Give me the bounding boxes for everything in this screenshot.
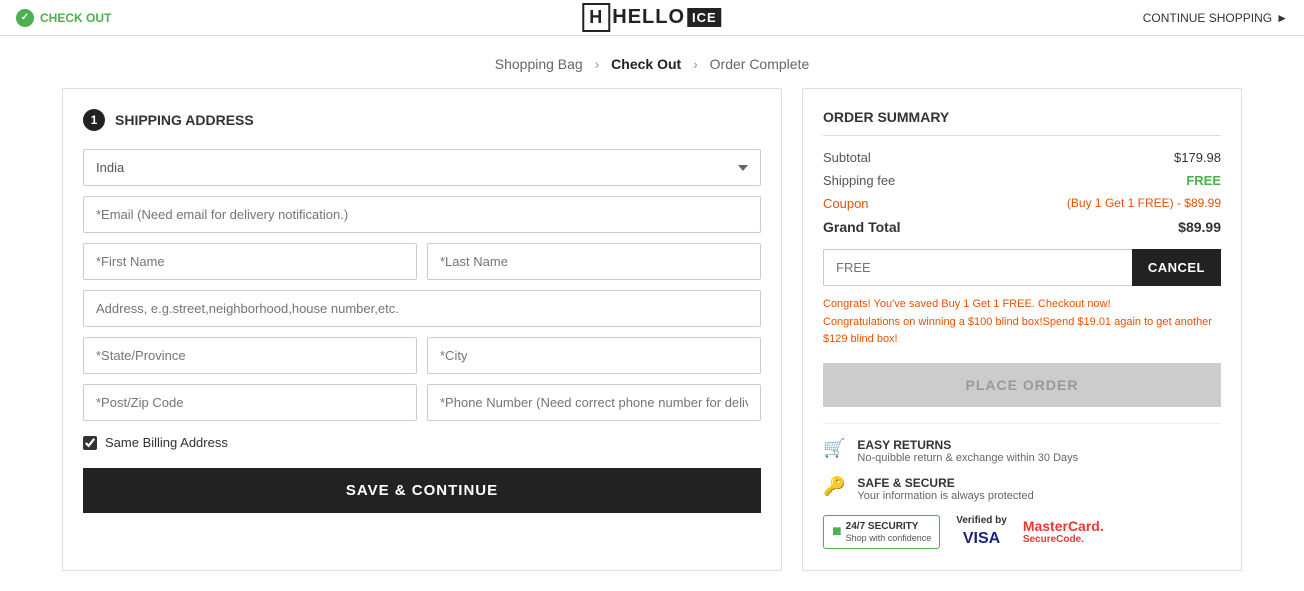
shipping-label: Shipping fee [823, 173, 895, 188]
grand-total-value: $89.99 [1178, 219, 1221, 235]
safe-secure-sub: Your information is always protected [857, 490, 1033, 502]
visa-badge: Verified by VISA [956, 514, 1007, 550]
breadcrumb-separator-2: › [693, 56, 698, 72]
coupon-input-row: CANCEL [823, 249, 1221, 286]
logo-ice: ICE [687, 8, 722, 27]
main-content: 1 SHIPPING ADDRESS India United States U… [22, 88, 1282, 591]
breadcrumb-step2: Check Out [611, 56, 681, 72]
trust-section: 🛒 EASY RETURNS No-quibble return & excha… [823, 423, 1221, 550]
shipping-panel: 1 SHIPPING ADDRESS India United States U… [62, 88, 782, 571]
safe-secure-item: 🔑 SAFE & SECURE Your information is alwa… [823, 476, 1221, 502]
checkout-icon: ✓ [16, 9, 34, 27]
shipping-row: Shipping fee FREE [823, 173, 1221, 188]
email-input[interactable] [83, 196, 761, 233]
shipping-value: FREE [1186, 173, 1221, 188]
step-badge: 1 [83, 109, 105, 131]
coupon-input[interactable] [823, 249, 1132, 286]
zip-input[interactable] [83, 384, 417, 421]
arrow-right-icon: ► [1276, 11, 1288, 25]
continue-shopping-link[interactable]: CONTINUE SHOPPING ► [1143, 11, 1288, 25]
returns-icon: 🛒 [823, 438, 845, 459]
site-logo: H HELLO ICE [582, 3, 721, 32]
easy-returns-sub: No-quibble return & exchange within 30 D… [857, 452, 1078, 464]
name-row [83, 243, 761, 280]
header: ✓ CHECK OUT H HELLO ICE CONTINUE SHOPPIN… [0, 0, 1304, 36]
same-billing-label: Same Billing Address [105, 435, 228, 450]
security-badge: ■ 24/7 SECURITY Shop with confidence [823, 515, 940, 550]
phone-input[interactable] [427, 384, 761, 421]
grand-total-label: Grand Total [823, 219, 901, 235]
subtotal-label: Subtotal [823, 150, 871, 165]
subtotal-row: Subtotal $179.98 [823, 150, 1221, 165]
continue-shopping-label: CONTINUE SHOPPING [1143, 11, 1272, 25]
section-title-text: SHIPPING ADDRESS [115, 112, 254, 128]
badges-row: ■ 24/7 SECURITY Shop with confidence Ver… [823, 514, 1221, 550]
breadcrumb-step3: Order Complete [710, 56, 810, 72]
easy-returns-item: 🛒 EASY RETURNS No-quibble return & excha… [823, 438, 1221, 464]
security-badge-text: 24/7 SECURITY Shop with confidence [846, 520, 932, 545]
promo-text: Congrats! You've saved Buy 1 Get 1 FREE.… [823, 296, 1221, 349]
visa-verified: Verified by [956, 514, 1007, 528]
promo-line2: Congratulations on winning a $100 blind … [823, 314, 1221, 349]
breadcrumb-step1: Shopping Bag [495, 56, 583, 72]
order-summary-title: ORDER SUMMARY [823, 109, 1221, 136]
breadcrumb: Shopping Bag › Check Out › Order Complet… [0, 36, 1304, 88]
coupon-row: Coupon (Buy 1 Get 1 FREE) - $89.99 [823, 196, 1221, 211]
city-input[interactable] [427, 337, 761, 374]
safe-icon: 🔑 [823, 476, 845, 497]
last-name-input[interactable] [427, 243, 761, 280]
safe-secure-text: SAFE & SECURE Your information is always… [857, 476, 1033, 502]
same-billing-row: Same Billing Address [83, 435, 761, 450]
shield-icon: ■ [832, 523, 842, 541]
section-title: 1 SHIPPING ADDRESS [83, 109, 761, 131]
state-input[interactable] [83, 337, 417, 374]
first-name-input[interactable] [83, 243, 417, 280]
address-field-row [83, 290, 761, 327]
easy-returns-text: EASY RETURNS No-quibble return & exchang… [857, 438, 1078, 464]
cancel-coupon-button[interactable]: CANCEL [1132, 249, 1221, 286]
easy-returns-title: EASY RETURNS [857, 438, 1078, 452]
order-summary-panel: ORDER SUMMARY Subtotal $179.98 Shipping … [802, 88, 1242, 571]
logo-h: H [582, 3, 610, 32]
grand-total-row: Grand Total $89.99 [823, 219, 1221, 235]
save-continue-button[interactable]: SAVE & CONTINUE [83, 468, 761, 513]
mc-bottom: SecureCode. [1023, 534, 1104, 545]
checkout-label: CHECK OUT [40, 11, 111, 25]
mastercard-badge: MasterCard. SecureCode. [1023, 518, 1104, 545]
coupon-label: Coupon [823, 196, 869, 211]
checkout-nav[interactable]: ✓ CHECK OUT [16, 9, 111, 27]
same-billing-checkbox[interactable] [83, 436, 97, 450]
visa-text: VISA [956, 528, 1007, 550]
logo-hello: HELLO [612, 6, 685, 29]
address-input[interactable] [83, 290, 761, 327]
state-city-row [83, 337, 761, 374]
coupon-value: (Buy 1 Get 1 FREE) - $89.99 [1067, 196, 1221, 211]
country-field-row: India United States United Kingdom Canad… [83, 149, 761, 186]
breadcrumb-separator-1: › [595, 56, 600, 72]
security-main: 24/7 SECURITY [846, 520, 932, 533]
mc-top: MasterCard. [1023, 518, 1104, 534]
subtotal-value: $179.98 [1174, 150, 1221, 165]
place-order-button[interactable]: PLACE ORDER [823, 363, 1221, 407]
security-sub: Shop with confidence [846, 533, 932, 545]
country-select[interactable]: India United States United Kingdom Canad… [83, 149, 761, 186]
promo-line1: Congrats! You've saved Buy 1 Get 1 FREE.… [823, 296, 1221, 314]
email-field-row [83, 196, 761, 233]
zip-phone-row [83, 384, 761, 421]
safe-secure-title: SAFE & SECURE [857, 476, 1033, 490]
